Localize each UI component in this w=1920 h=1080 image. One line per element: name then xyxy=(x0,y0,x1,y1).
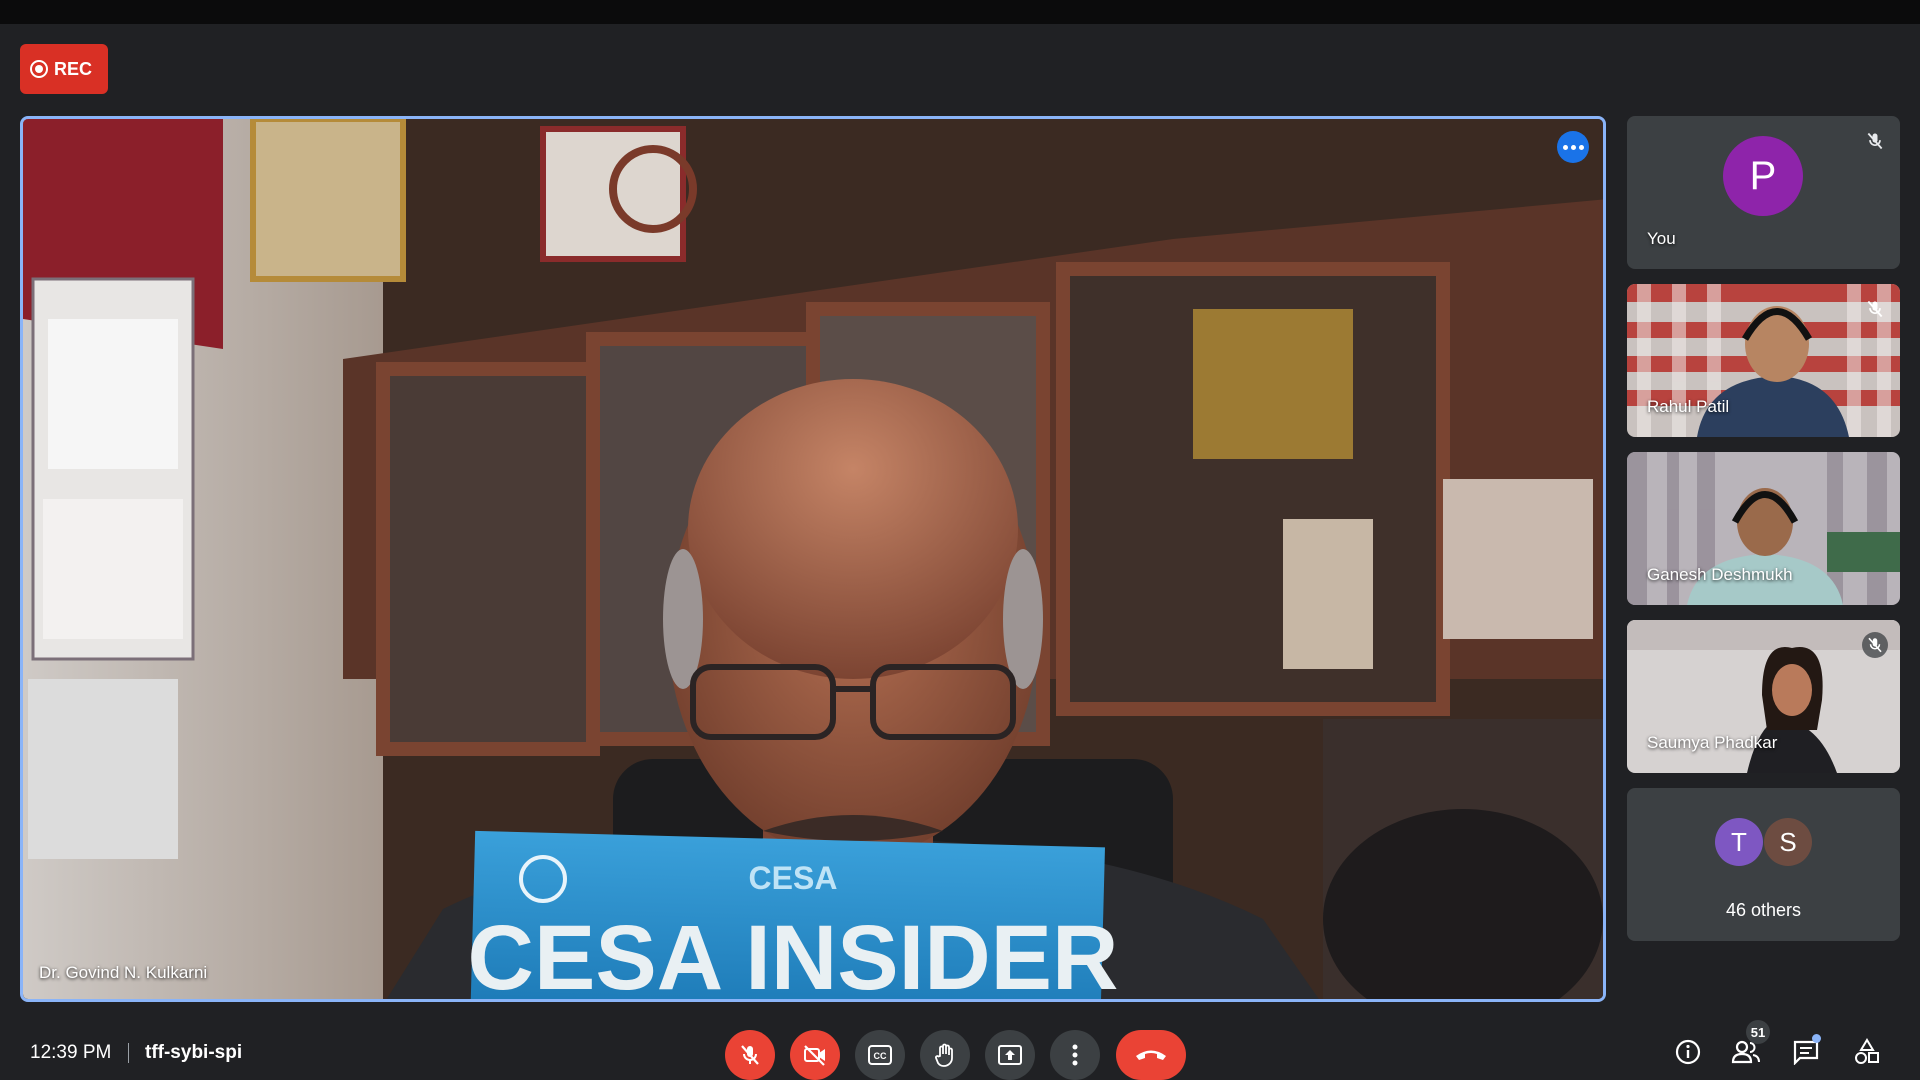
present-icon xyxy=(998,1045,1022,1065)
more-options-button[interactable] xyxy=(1050,1030,1100,1080)
captions-icon: CC xyxy=(868,1045,892,1065)
magazine-logo-text: CESA xyxy=(749,860,838,896)
magazine-title-text: CESA INSIDER xyxy=(468,907,1119,1002)
dot xyxy=(1562,144,1568,150)
raise-hand-button[interactable] xyxy=(920,1030,970,1080)
info-icon xyxy=(1675,1039,1701,1065)
bottom-toolbar: 12:39 PM tff-sybi-spi CC 51 xyxy=(0,1020,1920,1080)
dot xyxy=(1578,144,1584,150)
camera-off-icon xyxy=(804,1045,825,1066)
recording-indicator: REC xyxy=(20,44,108,94)
end-call-button[interactable] xyxy=(1116,1030,1186,1080)
activities-icon xyxy=(1855,1038,1879,1064)
participant-name: Rahul Patil xyxy=(1647,397,1730,416)
svg-text:CC: CC xyxy=(874,1051,887,1061)
top-bar xyxy=(0,0,1920,24)
meeting-details-button[interactable] xyxy=(1672,1036,1704,1068)
participant-tile-you[interactable]: P You xyxy=(1627,116,1900,269)
participant-tile-ganesh[interactable]: Ganesh Deshmukh xyxy=(1627,452,1900,605)
people-count-badge: 51 xyxy=(1746,1020,1770,1044)
more-options-icon xyxy=(1072,1044,1078,1066)
recording-label: REC xyxy=(54,58,93,79)
participant-name: You xyxy=(1647,229,1676,248)
present-screen-button[interactable] xyxy=(985,1030,1035,1080)
activities-button[interactable] xyxy=(1851,1036,1883,1068)
divider xyxy=(128,1043,129,1063)
avatar: P xyxy=(1723,136,1803,216)
unread-indicator xyxy=(1812,1034,1821,1043)
participant-tile-rahul[interactable]: Rahul Patil xyxy=(1627,284,1900,437)
avatar: S xyxy=(1764,818,1812,866)
main-video-tile[interactable]: CESA CESA INSIDER Dr. Govind N. Kulkarni xyxy=(20,116,1606,1002)
dot xyxy=(1570,144,1576,150)
meeting-code: tff-sybi-spi xyxy=(145,1042,243,1063)
meeting-time: 12:39 PM xyxy=(30,1042,112,1063)
tile-more-options-button[interactable] xyxy=(1557,131,1589,163)
mic-toggle-button[interactable] xyxy=(725,1030,775,1080)
participant-tile-saumya[interactable]: Saumya Phadkar xyxy=(1627,620,1900,773)
mic-off-icon xyxy=(1862,128,1888,154)
camera-toggle-button[interactable] xyxy=(790,1030,840,1080)
others-count-label: 46 others xyxy=(1725,900,1802,920)
avatar: T xyxy=(1715,818,1763,866)
others-tile[interactable]: T S 46 others xyxy=(1627,788,1900,941)
main-tile-name: Dr. Govind N. Kulkarni xyxy=(39,963,208,982)
mic-off-icon xyxy=(1862,632,1888,658)
end-call-icon xyxy=(1136,1050,1166,1060)
record-icon xyxy=(30,60,48,78)
raise-hand-icon xyxy=(935,1043,953,1067)
mic-off-icon xyxy=(741,1045,759,1065)
participant-name: Saumya Phadkar xyxy=(1647,733,1778,752)
captions-button[interactable]: CC xyxy=(855,1030,905,1080)
mic-off-icon xyxy=(1862,296,1888,322)
speaker-video-feed: CESA CESA INSIDER xyxy=(23,119,1603,1002)
participant-name: Ganesh Deshmukh xyxy=(1647,565,1793,584)
